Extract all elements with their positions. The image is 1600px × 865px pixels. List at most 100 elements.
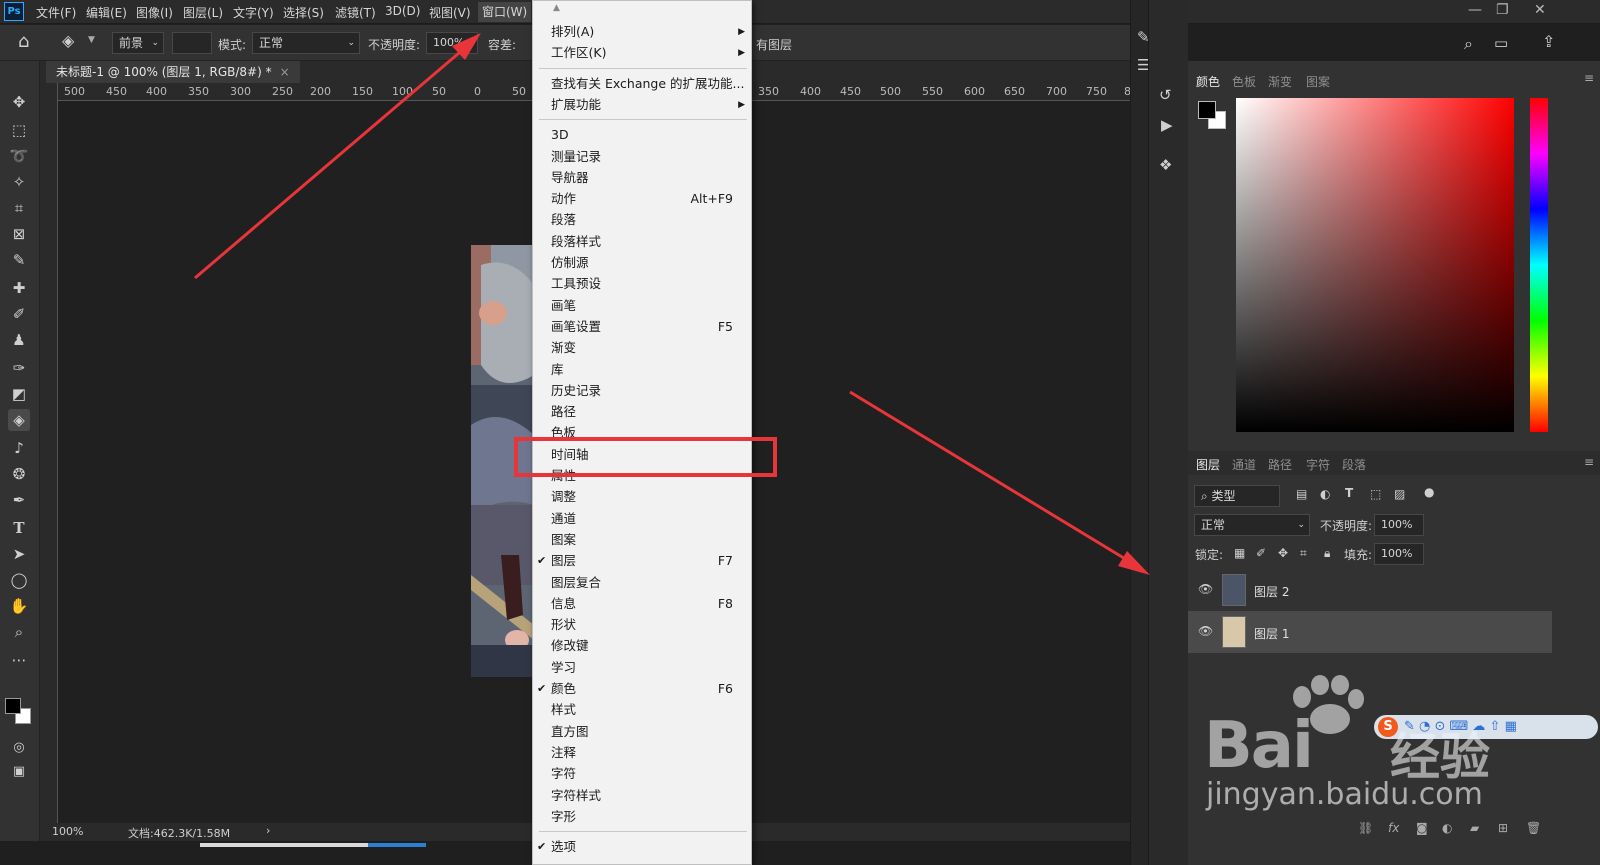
menu-item[interactable]: 库 <box>533 360 751 380</box>
menu-item[interactable]: 扩展功能 ▶ <box>533 95 751 115</box>
menu-edit[interactable]: 编辑(E) <box>86 4 127 21</box>
mode-select[interactable]: 正常 ⌄ <box>252 32 360 54</box>
tab-patterns[interactable]: 图案 <box>1306 73 1330 90</box>
eye-icon[interactable]: 👁︎ <box>1198 624 1213 638</box>
menu-view[interactable]: 视图(V) <box>429 4 471 21</box>
lasso-tool-icon[interactable]: ➰ <box>8 145 30 167</box>
sponge-tool-icon[interactable]: ❂ <box>8 463 30 485</box>
menu-item[interactable]: 排列(A) ▶ <box>533 22 751 42</box>
menu-layer[interactable]: 图层(L) <box>183 4 223 21</box>
menu-item[interactable]: ✔ 选项 <box>533 837 751 857</box>
panel-menu-icon[interactable]: ≡ <box>1584 455 1594 469</box>
healing-brush-tool-icon[interactable]: ✚ <box>8 277 30 299</box>
menu-item[interactable]: 形状 <box>533 615 751 635</box>
menu-item[interactable]: 图层复合 <box>533 573 751 593</box>
menu-item[interactable]: 调整 <box>533 487 751 507</box>
menu-item[interactable]: 工具预设 <box>533 274 751 294</box>
filter-type-icon[interactable]: T <box>1345 486 1353 500</box>
menu-item[interactable]: ✔ 图层 F7 <box>533 551 751 571</box>
share-icon[interactable]: ⇪ <box>1542 32 1555 51</box>
scroll-up-icon[interactable]: ▲ <box>553 3 560 13</box>
menu-item[interactable]: 信息 F8 <box>533 594 751 614</box>
chevron-down-icon[interactable]: ▼ <box>88 35 95 45</box>
menu-item[interactable]: 仿制源 <box>533 253 751 273</box>
menu-item[interactable]: 渐变 <box>533 338 751 358</box>
ime-icons[interactable]: ✎ ◔ ⊙ ⌨ ☁ ⇧ ▦ <box>1404 719 1517 734</box>
path-selection-tool-icon[interactable]: ➤ <box>8 543 30 565</box>
crop-tool-icon[interactable]: ⌗ <box>8 197 30 219</box>
menu-image[interactable]: 图像(I) <box>136 4 173 21</box>
document-tab[interactable]: 未标题-1 @ 100% (图层 1, RGB/8#) * × <box>46 61 300 83</box>
brush-tool-icon[interactable]: ✐ <box>8 303 30 325</box>
lock-transparent-icon[interactable]: ▦ <box>1234 546 1245 560</box>
menu-item[interactable]: 直方图 <box>533 722 751 742</box>
menu-item[interactable]: 字符样式 <box>533 786 751 806</box>
tab-gradients[interactable]: 渐变 <box>1268 73 1292 90</box>
filter-adjustment-icon[interactable]: ◐ <box>1320 487 1330 501</box>
menu-type[interactable]: 文字(Y) <box>233 4 274 21</box>
pen-tool-icon[interactable]: ✒ <box>8 489 30 511</box>
ime-logo-icon[interactable]: S <box>1378 717 1398 737</box>
paint-bucket-preset-icon[interactable]: ◈ <box>62 31 74 50</box>
zoom-tool-icon[interactable]: ⌕ <box>8 621 30 643</box>
menu-item[interactable]: 画笔设置 F5 <box>533 317 751 337</box>
menu-item[interactable]: 修改键 <box>533 636 751 656</box>
screen-mode-icon[interactable]: ▣ <box>8 761 30 783</box>
menu-select[interactable]: 选择(S) <box>283 4 324 21</box>
home-icon[interactable]: ⌂ <box>18 31 29 52</box>
menu-3d[interactable]: 3D(D) <box>385 4 420 18</box>
eraser-tool-icon[interactable]: ◩ <box>8 383 30 405</box>
ellipse-tool-icon[interactable]: ◯ <box>8 569 30 591</box>
frame-tool-icon[interactable]: ⊠ <box>8 223 30 245</box>
filter-toggle-icon[interactable]: ● <box>1424 485 1434 499</box>
tab-channels[interactable]: 通道 <box>1232 456 1256 473</box>
tab-swatches[interactable]: 色板 <box>1232 73 1256 90</box>
blend-mode-select[interactable]: 正常 ⌄ <box>1194 514 1310 536</box>
menu-item[interactable]: 字形 <box>533 807 751 827</box>
lock-all-icon[interactable]: 🔒︎ <box>1324 546 1330 561</box>
layer-filter-select[interactable]: ⌕ 类型 <box>1194 485 1280 507</box>
layer-opacity-input[interactable]: 100% <box>1374 514 1424 536</box>
lock-image-icon[interactable]: ✐ <box>1256 546 1266 560</box>
chevron-right-icon[interactable]: › <box>266 824 270 837</box>
quick-mask-icon[interactable]: ◎ <box>8 737 30 759</box>
menu-item[interactable]: 样式 <box>533 700 751 720</box>
tab-paragraph[interactable]: 段落 <box>1342 456 1366 473</box>
filter-shape-icon[interactable]: ⬚ <box>1370 487 1381 501</box>
ime-toolbar[interactable]: S ✎ ◔ ⊙ ⌨ ☁ ⇧ ▦ <box>1374 715 1598 739</box>
eyedropper-tool-icon[interactable]: ✎ <box>8 249 30 271</box>
color-field[interactable] <box>1236 98 1514 432</box>
filter-smart-icon[interactable]: ▨ <box>1394 487 1405 501</box>
menu-item[interactable]: 3D <box>533 125 751 145</box>
menu-item[interactable]: 导航器 <box>533 168 751 188</box>
zoom-level[interactable]: 100% <box>52 825 83 838</box>
libraries-icon[interactable]: ❖ <box>1159 156 1172 174</box>
menu-item[interactable]: 历史记录 <box>533 381 751 401</box>
more-tools-icon[interactable]: ⋯ <box>8 649 30 671</box>
workspace-icon[interactable]: ▭ <box>1494 34 1508 52</box>
hand-tool-icon[interactable]: ✋ <box>8 595 30 617</box>
menu-filter[interactable]: 滤镜(T) <box>335 4 376 21</box>
stamp-tool-icon[interactable]: ♟ <box>8 329 30 351</box>
tab-layers[interactable]: 图层 <box>1196 456 1220 473</box>
layer-row-selected[interactable]: 👁︎ 图层 1 <box>1188 611 1552 653</box>
menu-item[interactable]: 画笔 <box>533 296 751 316</box>
color-foreground-swatch[interactable] <box>1198 101 1216 119</box>
tab-paths[interactable]: 路径 <box>1268 456 1292 473</box>
move-tool-icon[interactable]: ✥ <box>8 91 30 113</box>
search-icon[interactable]: ⌕ <box>1464 34 1473 54</box>
history-brush-tool-icon[interactable]: ✑ <box>8 357 30 379</box>
paint-bucket-tool-icon[interactable]: ◈ <box>8 409 30 431</box>
pattern-picker[interactable] <box>172 32 212 54</box>
menu-item[interactable]: 学习 <box>533 658 751 678</box>
layer-row[interactable]: 👁︎ 图层 2 <box>1188 569 1552 611</box>
fill-source-select[interactable]: 前景 ⌄ <box>112 32 164 54</box>
menu-item[interactable]: 段落样式 <box>533 232 751 252</box>
menu-item[interactable]: 通道 <box>533 509 751 529</box>
fill-input[interactable]: 100% <box>1374 543 1424 565</box>
menu-file[interactable]: 文件(F) <box>36 4 76 21</box>
menu-item[interactable]: 字符 <box>533 764 751 784</box>
menu-window[interactable]: 窗口(W) <box>478 2 532 22</box>
opacity-input[interactable]: 100% <box>426 32 478 54</box>
restore-icon[interactable]: ❐ <box>1496 2 1509 18</box>
